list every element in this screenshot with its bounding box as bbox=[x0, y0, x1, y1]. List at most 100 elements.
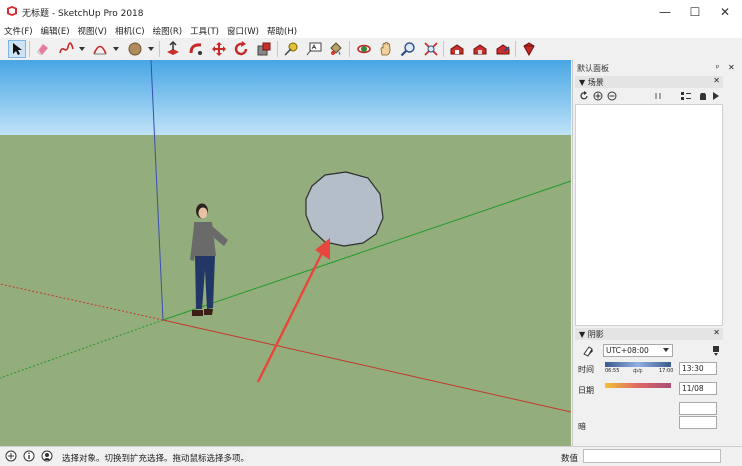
chevron-down-icon bbox=[148, 47, 154, 51]
shadows-close-icon[interactable]: ✕ bbox=[713, 328, 720, 337]
close-button[interactable]: ✕ bbox=[710, 0, 740, 24]
scenes-section-header[interactable]: ▼ 场景 ✕ bbox=[575, 76, 723, 88]
hand-pan-icon bbox=[380, 41, 391, 56]
default-tray: 默认面板 ᵖ ✕ ▼ 场景 ✕ ▼ 阴影 ✕ UTC+08:00 时间 06:5… bbox=[572, 60, 742, 446]
time-input[interactable]: 13:30 bbox=[679, 362, 717, 375]
expand-icon[interactable] bbox=[711, 91, 721, 101]
chevron-down-icon bbox=[79, 47, 85, 51]
window-title: 无标题 - SketchUp Pro 2018 bbox=[22, 9, 144, 19]
time-label: 时间 bbox=[578, 365, 594, 374]
time-end: 17:00 bbox=[659, 368, 674, 374]
model-viewport[interactable] bbox=[0, 60, 571, 446]
shadow-toggle-icon[interactable] bbox=[582, 345, 594, 357]
refresh-icon[interactable] bbox=[579, 91, 589, 101]
person-figure[interactable] bbox=[190, 203, 228, 317]
3d-warehouse-button[interactable] bbox=[448, 40, 466, 58]
text-tool-button[interactable] bbox=[305, 40, 323, 58]
close-icon: ✕ bbox=[719, 5, 731, 19]
scale-icon bbox=[257, 42, 271, 56]
tray-title: 默认面板 bbox=[577, 64, 609, 73]
circle-shape[interactable] bbox=[305, 171, 384, 247]
move-tool-button[interactable] bbox=[210, 40, 228, 58]
sketchup-logo-icon bbox=[7, 6, 17, 16]
annotation-arrow-head bbox=[315, 238, 330, 260]
dark-input[interactable] bbox=[679, 416, 717, 429]
details-icon[interactable] bbox=[698, 91, 708, 101]
pan-tool-button[interactable] bbox=[377, 40, 395, 58]
menu-view[interactable]: 视图(V) bbox=[74, 24, 111, 38]
zoom-tool-button[interactable] bbox=[399, 40, 417, 58]
zoom-extents-icon bbox=[424, 42, 438, 56]
arc-icon bbox=[93, 45, 107, 55]
menu-edit[interactable]: 编辑(E) bbox=[37, 24, 74, 38]
menu-tools[interactable]: 工具(T) bbox=[186, 24, 223, 38]
scenes-toolbar bbox=[577, 91, 723, 103]
ruby-gem-icon bbox=[523, 42, 535, 57]
follow-me-icon bbox=[189, 43, 202, 55]
orbit-tool-button[interactable] bbox=[355, 40, 373, 58]
orbit-icon bbox=[357, 44, 371, 54]
red-axis-negative bbox=[0, 283, 164, 321]
maximize-icon: ☐ bbox=[689, 5, 701, 19]
follow-me-tool-button[interactable] bbox=[187, 40, 205, 58]
magnifier-icon bbox=[400, 42, 415, 57]
pin-icon[interactable]: ᵖ bbox=[716, 63, 719, 72]
push-pull-icon bbox=[167, 41, 179, 55]
shadows-section-header[interactable]: ▼ 阴影 ✕ bbox=[575, 328, 723, 340]
freehand-tool-button[interactable] bbox=[57, 40, 75, 58]
menu-camera[interactable]: 相机(C) bbox=[111, 24, 149, 38]
arc-tool-button[interactable] bbox=[91, 40, 109, 58]
freehand-dropdown[interactable] bbox=[78, 40, 86, 58]
scenes-list[interactable] bbox=[575, 104, 723, 326]
date-input[interactable]: 11/08 bbox=[679, 382, 717, 395]
shadow-settings-icon[interactable] bbox=[711, 345, 721, 357]
scene-drawing bbox=[0, 60, 571, 413]
paint-bucket-tool-button[interactable] bbox=[327, 40, 345, 58]
scale-tool-button[interactable] bbox=[255, 40, 273, 58]
info-icon[interactable] bbox=[23, 450, 35, 462]
light-input[interactable] bbox=[679, 402, 717, 415]
tape-measure-tool-button[interactable] bbox=[282, 40, 300, 58]
zoom-extents-tool-button[interactable] bbox=[422, 40, 440, 58]
maximize-button[interactable]: ☐ bbox=[680, 0, 710, 24]
measurements-input[interactable] bbox=[583, 449, 721, 463]
freehand-icon bbox=[59, 42, 74, 54]
scenes-close-icon[interactable]: ✕ bbox=[713, 76, 720, 85]
minimize-button[interactable]: — bbox=[650, 0, 680, 24]
paint-bucket-icon bbox=[330, 42, 342, 55]
minimize-icon: — bbox=[659, 5, 671, 19]
geolocation-icon[interactable] bbox=[5, 450, 17, 462]
partial-label: 暗 bbox=[578, 422, 586, 431]
menu-draw[interactable]: 绘图(R) bbox=[149, 24, 187, 38]
time-slider[interactable] bbox=[605, 362, 671, 367]
text-label-icon bbox=[306, 42, 322, 56]
shape-dropdown[interactable] bbox=[147, 40, 155, 58]
arc-dropdown[interactable] bbox=[112, 40, 120, 58]
user-account-icon[interactable] bbox=[41, 450, 53, 462]
time-start: 06:55 bbox=[605, 368, 620, 374]
warehouse-icon bbox=[450, 44, 464, 55]
rotate-tool-button[interactable] bbox=[232, 40, 250, 58]
view-options-icon[interactable] bbox=[680, 91, 692, 101]
cursor-arrow-icon bbox=[13, 43, 22, 55]
share-model-button[interactable] bbox=[494, 40, 512, 58]
menu-bar: 文件(F) 编辑(E) 视图(V) 相机(C) 绘图(R) 工具(T) 窗口(W… bbox=[0, 24, 742, 38]
remove-scene-icon[interactable] bbox=[607, 91, 617, 101]
push-pull-tool-button[interactable] bbox=[164, 40, 182, 58]
move-scene-up-icon[interactable] bbox=[653, 91, 663, 101]
menu-file[interactable]: 文件(F) bbox=[0, 24, 37, 38]
scenes-header-label: ▼ 场景 bbox=[579, 78, 604, 87]
tray-close-icon[interactable]: ✕ bbox=[728, 63, 735, 72]
add-scene-icon[interactable] bbox=[593, 91, 603, 101]
tape-measure-icon bbox=[284, 42, 298, 56]
status-message: 选择对象。切换到扩充选择。拖动鼠标选择多项。 bbox=[62, 454, 250, 464]
shape-tool-button[interactable] bbox=[126, 40, 144, 58]
extension-warehouse-button[interactable] bbox=[471, 40, 489, 58]
date-slider[interactable] bbox=[605, 383, 671, 388]
status-bar: 选择对象。切换到扩充选择。拖动鼠标选择多项。 数值 bbox=[0, 446, 742, 466]
ruby-console-button[interactable] bbox=[520, 40, 538, 58]
eraser-tool-button[interactable] bbox=[33, 40, 51, 58]
menu-window[interactable]: 窗口(W) bbox=[223, 24, 263, 38]
select-tool-button[interactable] bbox=[8, 40, 26, 58]
menu-help[interactable]: 帮助(H) bbox=[263, 24, 301, 38]
